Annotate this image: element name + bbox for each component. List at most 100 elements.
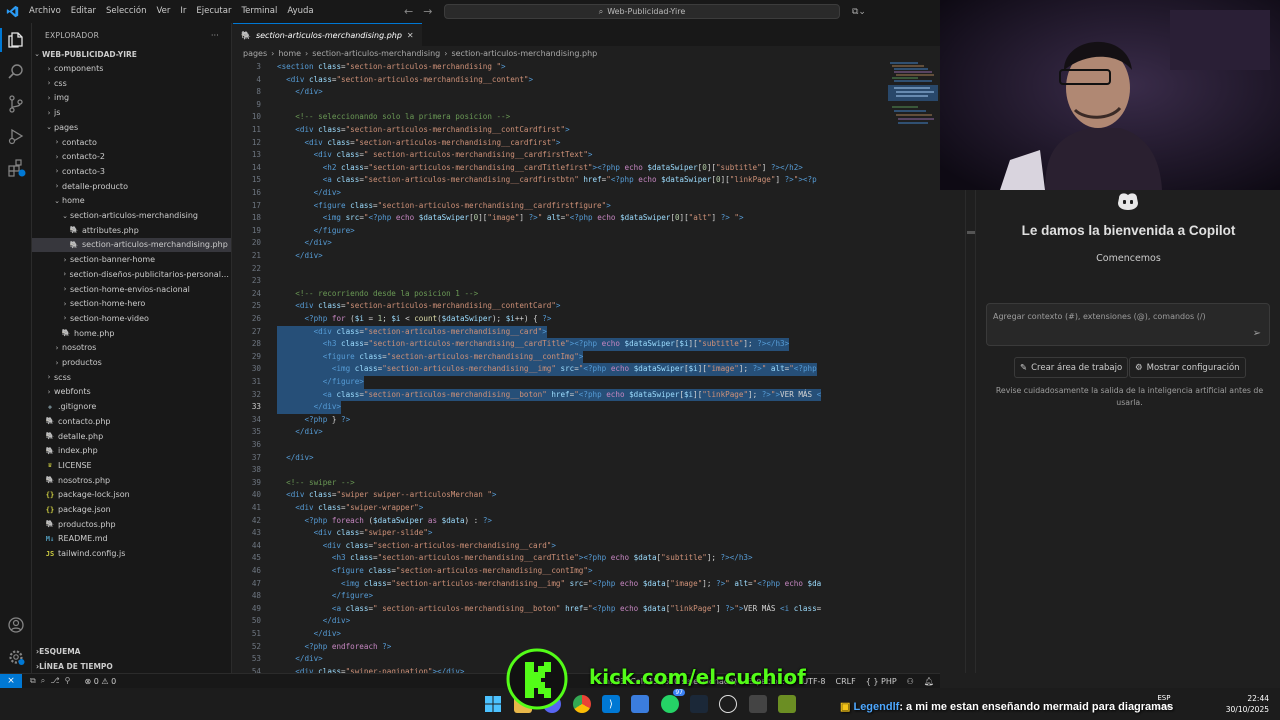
code-line[interactable]: 15 <a class="section-articulos-merchandi… — [233, 174, 885, 187]
workspace-root[interactable]: ⌄ WEB-PUBLICIDAD-YIRE — [32, 47, 231, 61]
file-item[interactable]: 🐘 nosotros.php — [32, 473, 231, 487]
file-item[interactable]: JS tailwind.config.js — [32, 547, 231, 561]
code-line[interactable]: 11 <div class="section-articulos-merchan… — [233, 124, 885, 137]
code-line[interactable]: 21 </div> — [233, 250, 885, 263]
code-line[interactable]: 22 — [233, 263, 885, 276]
code-line[interactable]: 35 </div> — [233, 426, 885, 439]
forward-arrow-icon[interactable]: → — [423, 5, 432, 18]
folder-item[interactable]: › detalle-producto — [32, 179, 231, 193]
code-line[interactable]: 47 <img class="section-articulos-merchan… — [233, 578, 885, 591]
more-actions-icon[interactable]: ··· — [211, 31, 219, 40]
code-line[interactable]: 24 <!-- recorriendo desde la posicion 1 … — [233, 288, 885, 301]
editor-tab-active[interactable]: 🐘 section-articulos-merchandising.php ✕ — [233, 23, 422, 46]
code-line[interactable]: 37 </div> — [233, 452, 885, 465]
copilot-menu-icon[interactable]: ⧉⌄ — [852, 7, 866, 17]
show-config-button[interactable]: ⚙ Mostrar configuración — [1129, 357, 1246, 378]
code-line[interactable]: 44 <div class="section-articulos-merchan… — [233, 540, 885, 553]
code-line[interactable]: 28 <h3 class="section-articulos-merchand… — [233, 338, 885, 351]
settings-gear-icon[interactable] — [6, 647, 26, 667]
clock[interactable]: 22:44 30/10/2025 — [1225, 693, 1269, 715]
code-line[interactable]: 38 — [233, 464, 885, 477]
code-line[interactable]: 19 </figure> — [233, 225, 885, 238]
code-line[interactable]: 9 — [233, 99, 885, 112]
code-line[interactable]: 40 <div class="swiper swiper--articulosM… — [233, 489, 885, 502]
create-workspace-button[interactable]: ✎ Crear área de trabajo — [1014, 357, 1129, 378]
command-center[interactable]: ⌕ Web-Publicidad-Yire — [444, 4, 840, 19]
explorer-icon[interactable] — [6, 30, 26, 50]
breadcrumb-item[interactable]: section-articulos-merchandising — [312, 49, 440, 58]
file-item[interactable]: 🐘 productos.php — [32, 517, 231, 531]
folder-item[interactable]: ⌄ pages — [32, 120, 231, 134]
folder-item[interactable]: › section-home-video — [32, 311, 231, 325]
status-icons[interactable]: ⧉ ⌕ ⎇ ⚲ — [30, 676, 71, 686]
file-item[interactable]: 🐘 section-articulos-merchandising.php — [32, 237, 231, 252]
code-line[interactable]: 17 <figure class="section-articulos-merc… — [233, 200, 885, 213]
file-item[interactable]: ♛ LICENSE — [32, 458, 231, 472]
code-line[interactable]: 45 <h3 class="section-articulos-merchand… — [233, 552, 885, 565]
timeline-section[interactable]: › LÍNEA DE TIEMPO — [32, 659, 231, 673]
folder-item[interactable]: › img — [32, 91, 231, 105]
minimap[interactable] — [888, 61, 938, 673]
code-line[interactable]: 14 <h2 class="section-articulos-merchand… — [233, 162, 885, 175]
folder-item[interactable]: ⌄ section-articulos-merchandising — [32, 209, 231, 223]
breadcrumb-item[interactable]: pages — [243, 49, 267, 58]
code-line[interactable]: 3 <section class="section-articulos-merch… — [233, 61, 885, 74]
code-line[interactable]: 8 </div> — [233, 86, 885, 99]
code-line[interactable]: 36 — [233, 439, 885, 452]
code-line[interactable]: 43 <div class="swiper-slide"> — [233, 527, 885, 540]
folder-item[interactable]: › components — [32, 62, 231, 76]
search-view-icon[interactable] — [6, 62, 26, 82]
windows-start-icon[interactable] — [484, 695, 502, 713]
file-item[interactable]: {} package-lock.json — [32, 488, 231, 502]
file-item[interactable]: 🐘 contacto.php — [32, 414, 231, 428]
folder-item[interactable]: › js — [32, 106, 231, 120]
menu-item[interactable]: Selección — [101, 0, 152, 23]
folder-item[interactable]: › nosotros — [32, 341, 231, 355]
folder-item[interactable]: ⌄ home — [32, 194, 231, 208]
notifications-icon[interactable]: 🔔︎ — [924, 677, 934, 686]
account-icon[interactable] — [6, 615, 26, 635]
code-line[interactable]: 18 <img src="<?php echo $dataSwiper[0]["… — [233, 212, 885, 225]
copilot-chat-input[interactable]: Agregar contexto (#), extensiones (@), c… — [986, 303, 1270, 346]
code-line[interactable]: 4 <div class="section-articulos-merchand… — [233, 73, 885, 87]
folder-item[interactable]: › section-banner-home — [32, 253, 231, 267]
file-item[interactable]: 🐘 attributes.php — [32, 223, 231, 237]
code-line[interactable]: 16 </div> — [233, 187, 885, 200]
folder-item[interactable]: › contacto-2 — [32, 150, 231, 164]
code-line[interactable]: 10 <!-- seleccionando solo la primera po… — [233, 111, 885, 124]
menu-item[interactable]: Ver — [151, 0, 175, 23]
code-line[interactable]: 50 </div> — [233, 615, 885, 628]
menu-item[interactable]: Archivo — [24, 0, 66, 23]
code-line[interactable]: 51 </div> — [233, 628, 885, 641]
menu-item[interactable]: Ir — [175, 0, 191, 23]
folder-item[interactable]: › section-home-hero — [32, 297, 231, 311]
folder-item[interactable]: › scss — [32, 370, 231, 384]
close-icon[interactable]: ✕ — [407, 31, 414, 40]
menu-item[interactable]: Editar — [66, 0, 101, 23]
code-line[interactable]: 49 <a class=" section-articulos-merchand… — [233, 603, 885, 616]
code-line[interactable]: 13 <div class=" section-articulos-mercha… — [233, 149, 885, 162]
code-line[interactable]: 23 — [233, 275, 885, 288]
file-item[interactable]: ◆ .gitignore — [32, 400, 231, 414]
code-line[interactable]: 48 </figure> — [233, 590, 885, 603]
code-editor[interactable]: 3 <section class="section-articulos-merch… — [233, 61, 885, 673]
remote-indicator-icon[interactable]: ⨯ — [0, 673, 22, 689]
folder-item[interactable]: › contacto — [32, 135, 231, 149]
code-line[interactable]: 41 <div class="swiper-wrapper"> — [233, 502, 885, 515]
breadcrumb-item[interactable]: section-articulos-merchandising.php — [451, 49, 597, 58]
copilot-status-icon[interactable]: ⚇ — [907, 677, 914, 686]
code-line[interactable]: 46 <figure class="section-articulos-merc… — [233, 565, 885, 578]
code-line[interactable]: 39 <!-- swiper --> — [233, 477, 885, 490]
code-line[interactable]: 20 </div> — [233, 237, 885, 250]
file-item[interactable]: {} package.json — [32, 503, 231, 517]
folder-item[interactable]: › webfonts — [32, 385, 231, 399]
problems-indicator[interactable]: ⊗ 0 ⚠ 0 — [85, 677, 117, 686]
menu-item[interactable]: Terminal — [236, 0, 282, 23]
code-line[interactable]: 33 </div> — [233, 401, 885, 414]
send-icon[interactable]: ➢ — [1253, 328, 1261, 339]
breadcrumb-item[interactable]: home — [278, 49, 301, 58]
file-item[interactable]: 🐘 home.php — [32, 326, 231, 340]
file-item[interactable]: 🐘 detalle.php — [32, 429, 231, 443]
code-line[interactable]: 42 <?php foreach ($dataSwiper as $data) … — [233, 515, 885, 528]
source-control-icon[interactable] — [6, 94, 26, 114]
